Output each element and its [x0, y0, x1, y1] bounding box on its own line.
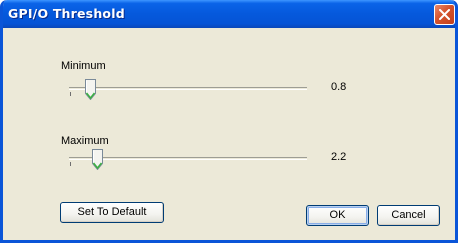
maximum-tick-start [70, 162, 71, 166]
set-to-default-button[interactable]: Set To Default [60, 202, 164, 223]
window-title: GPI/O Threshold [8, 6, 125, 21]
minimum-slider-track[interactable] [69, 87, 307, 90]
ok-button[interactable]: OK [306, 205, 369, 226]
close-button[interactable] [434, 4, 455, 25]
title-bar[interactable]: GPI/O Threshold [3, 0, 455, 28]
maximum-slider-track[interactable] [69, 157, 307, 160]
cancel-button[interactable]: Cancel [377, 205, 440, 226]
minimum-value: 0.8 [331, 81, 347, 93]
minimum-slider-thumb[interactable] [84, 79, 96, 100]
maximum-slider-thumb[interactable] [91, 149, 103, 170]
maximum-label: Maximum [61, 135, 109, 147]
minimum-tick-start [70, 92, 71, 96]
close-icon [439, 9, 450, 20]
dialog-window: GPI/O Threshold Minimum 0.8 Maximum 2.2 … [0, 0, 458, 243]
minimum-label: Minimum [61, 60, 106, 72]
maximum-value: 2.2 [331, 151, 347, 163]
